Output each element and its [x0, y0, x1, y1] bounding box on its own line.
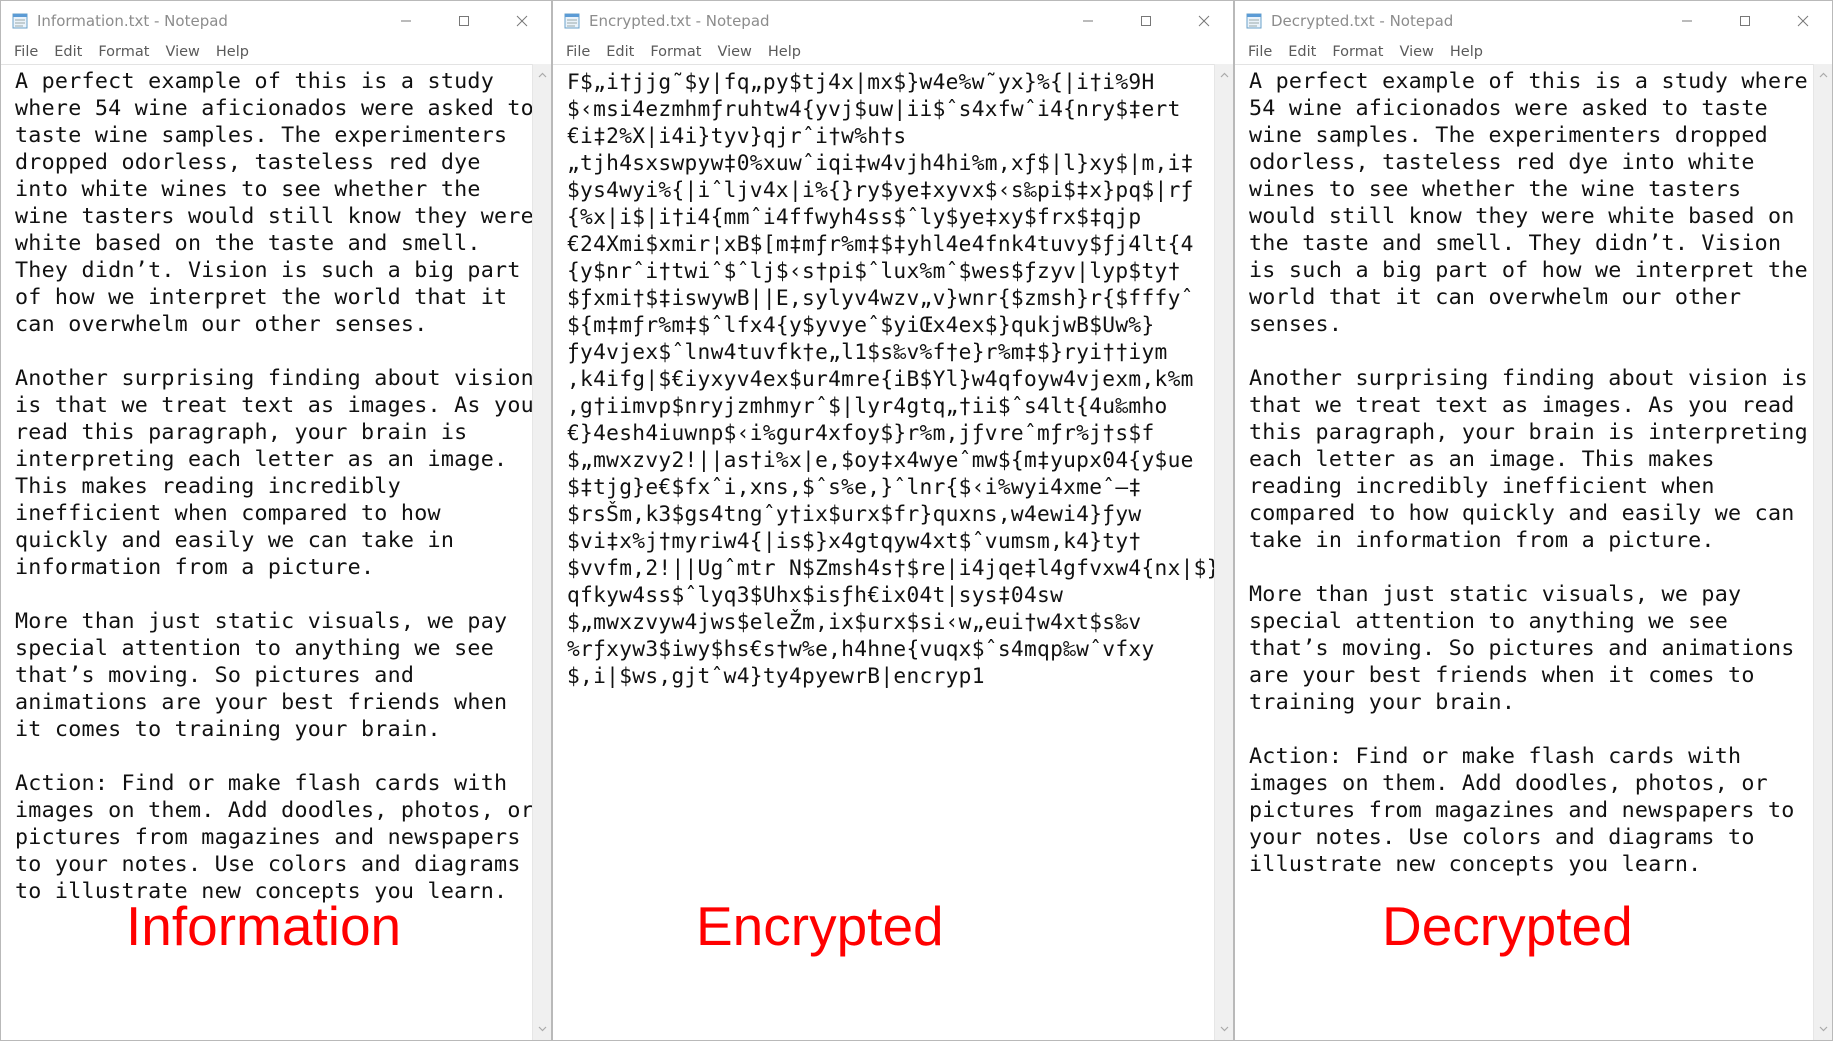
- notepad-icon: [563, 12, 581, 30]
- menu-file[interactable]: File: [553, 44, 598, 60]
- minimize-icon: [1682, 20, 1692, 22]
- title-bar[interactable]: Encrypted.txt - Notepad: [553, 1, 1233, 41]
- caption-decrypted: Decrypted: [1382, 895, 1633, 957]
- chevron-up-icon: [1819, 72, 1827, 78]
- document-text[interactable]: A perfect example of this is a study whe…: [1235, 65, 1814, 878]
- menu-view[interactable]: View: [709, 44, 759, 60]
- maximize-icon: [459, 16, 469, 26]
- close-icon: [1198, 15, 1210, 27]
- window-title: Encrypted.txt - Notepad: [589, 12, 770, 30]
- menu-view[interactable]: View: [157, 44, 207, 60]
- menu-format[interactable]: Format: [642, 44, 709, 60]
- notepad-window-information[interactable]: Information.txt - Notepad File Edit Form…: [0, 0, 552, 1041]
- scroll-up-arrow[interactable]: [1814, 66, 1832, 84]
- document-text[interactable]: F$„i†jjg˜$y|fq„py$tj4x|mx$}w4e%w˜yx}%{|i…: [553, 65, 1220, 689]
- scroll-up-arrow[interactable]: [533, 66, 551, 84]
- minimize-button[interactable]: [377, 1, 435, 41]
- chevron-up-icon: [1220, 72, 1228, 78]
- maximize-icon: [1740, 16, 1750, 26]
- notepad-window-decrypted[interactable]: Decrypted.txt - Notepad File Edit Format…: [1234, 0, 1833, 1041]
- chevron-down-icon: [1220, 1026, 1228, 1032]
- caption-information: Information: [126, 895, 402, 957]
- menu-bar: File Edit Format View Help: [1235, 41, 1832, 63]
- close-icon: [516, 15, 528, 27]
- menu-bar: File Edit Format View Help: [553, 41, 1233, 63]
- window-title: Information.txt - Notepad: [37, 12, 228, 30]
- minimize-icon: [1083, 20, 1093, 22]
- notepad-icon: [11, 12, 29, 30]
- menu-help[interactable]: Help: [208, 44, 257, 60]
- minimize-button[interactable]: [1658, 1, 1716, 41]
- maximize-button[interactable]: [1117, 1, 1175, 41]
- close-button[interactable]: [493, 1, 551, 41]
- menu-edit[interactable]: Edit: [46, 44, 90, 60]
- maximize-button[interactable]: [435, 1, 493, 41]
- notepad-icon: [1245, 12, 1263, 30]
- close-button[interactable]: [1175, 1, 1233, 41]
- scroll-down-arrow[interactable]: [533, 1020, 551, 1038]
- menu-format[interactable]: Format: [90, 44, 157, 60]
- vertical-scrollbar[interactable]: [532, 64, 551, 1040]
- maximize-button[interactable]: [1716, 1, 1774, 41]
- maximize-icon: [1141, 16, 1151, 26]
- close-icon: [1797, 15, 1809, 27]
- scroll-down-arrow[interactable]: [1814, 1020, 1832, 1038]
- notepad-window-encrypted[interactable]: Encrypted.txt - Notepad File Edit Format…: [552, 0, 1234, 1041]
- title-bar[interactable]: Decrypted.txt - Notepad: [1235, 1, 1832, 41]
- menu-file[interactable]: File: [1, 44, 46, 60]
- chevron-down-icon: [538, 1026, 546, 1032]
- scroll-up-arrow[interactable]: [1215, 66, 1233, 84]
- menu-help[interactable]: Help: [1442, 44, 1491, 60]
- minimize-icon: [401, 20, 411, 22]
- caption-encrypted: Encrypted: [696, 895, 944, 957]
- menu-view[interactable]: View: [1391, 44, 1441, 60]
- vertical-scrollbar[interactable]: [1214, 64, 1233, 1040]
- vertical-scrollbar[interactable]: [1813, 64, 1832, 1040]
- menu-bar: File Edit Format View Help: [1, 41, 551, 63]
- scroll-down-arrow[interactable]: [1215, 1020, 1233, 1038]
- menu-edit[interactable]: Edit: [1280, 44, 1324, 60]
- menu-file[interactable]: File: [1235, 44, 1280, 60]
- chevron-up-icon: [538, 72, 546, 78]
- window-title: Decrypted.txt - Notepad: [1271, 12, 1454, 30]
- menu-format[interactable]: Format: [1324, 44, 1391, 60]
- menu-help[interactable]: Help: [760, 44, 809, 60]
- close-button[interactable]: [1774, 1, 1832, 41]
- chevron-down-icon: [1819, 1026, 1827, 1032]
- minimize-button[interactable]: [1059, 1, 1117, 41]
- title-bar[interactable]: Information.txt - Notepad: [1, 1, 551, 41]
- menu-edit[interactable]: Edit: [598, 44, 642, 60]
- document-text[interactable]: A perfect example of this is a study whe…: [1, 65, 534, 905]
